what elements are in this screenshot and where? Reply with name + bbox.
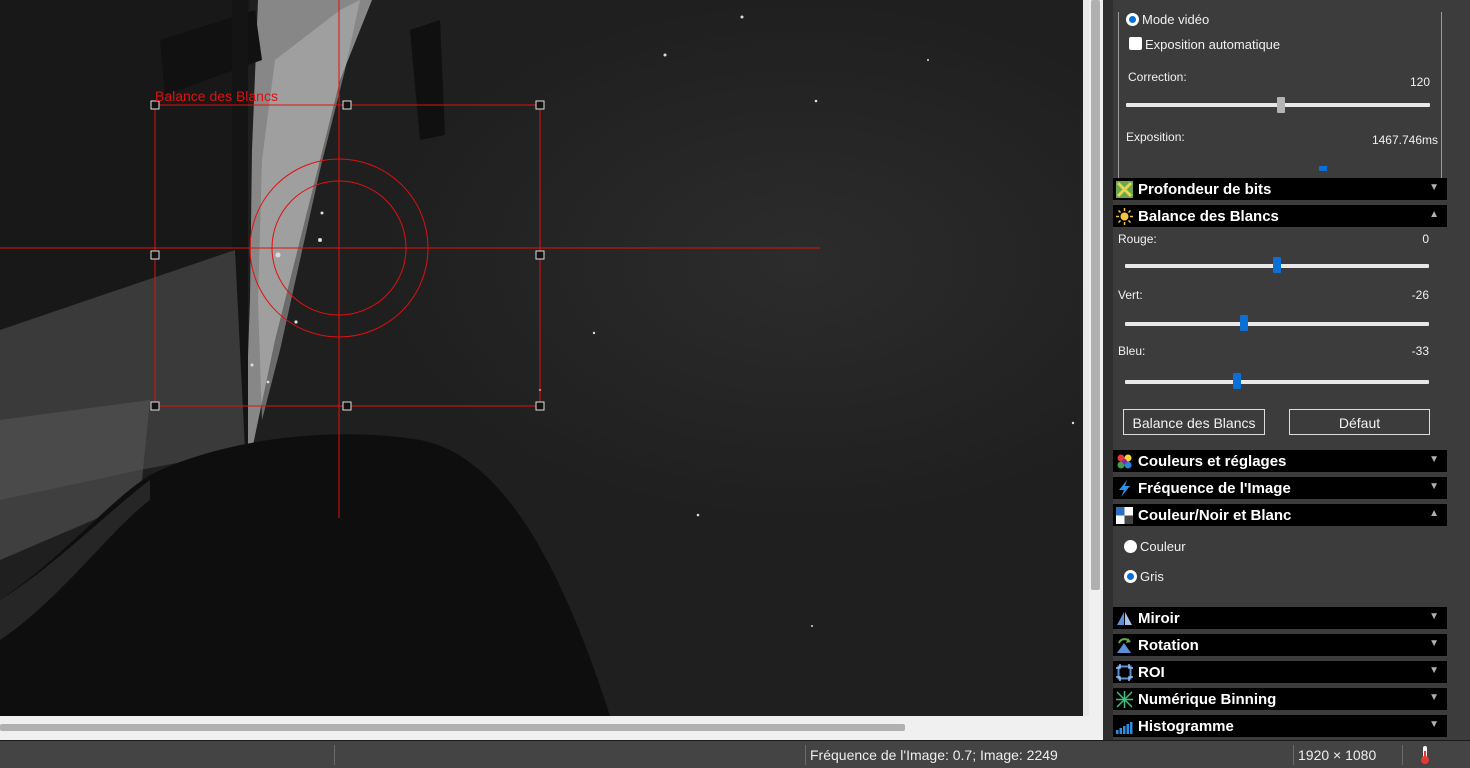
wb-roi-box (154, 104, 541, 407)
section-histogram[interactable]: Histogramme ▼ (1113, 715, 1447, 737)
green-slider-thumb[interactable] (1239, 315, 1248, 331)
frame-info-text: Fréquence de l'Image: 0.7; Image: 2249 (810, 747, 1058, 763)
correction-label: Correction: (1128, 70, 1187, 84)
color-radio[interactable] (1124, 540, 1137, 553)
correction-value: 120 (1409, 75, 1430, 89)
section-frame-rate[interactable]: Fréquence de l'Image ▼ (1113, 477, 1447, 499)
resolution-text: 1920 × 1080 (1298, 747, 1377, 763)
red-slider-thumb[interactable] (1273, 257, 1281, 273)
section-color-bw[interactable]: Couleur/Noir et Blanc ▲ (1113, 504, 1447, 526)
sun-icon (1116, 208, 1133, 225)
section-mirror-label: Miroir (1138, 610, 1180, 627)
status-separator (1402, 745, 1403, 765)
panel-divider (1103, 0, 1113, 740)
section-roi-label: ROI (1138, 664, 1165, 681)
camera-viewport[interactable]: Balance des Blancs (0, 0, 1083, 716)
section-bit-depth-label: Profondeur de bits (1138, 181, 1272, 198)
red-label: Rouge: (1118, 232, 1157, 246)
histogram-icon (1116, 722, 1133, 734)
section-mirror[interactable]: Miroir ▼ (1113, 607, 1447, 629)
chevron-down-icon: ▼ (1429, 481, 1439, 492)
correction-slider-thumb[interactable] (1277, 97, 1286, 113)
blue-label: Bleu: (1118, 344, 1146, 358)
section-colors-label: Couleurs et réglages (1138, 453, 1287, 470)
exposure-slider-thumb[interactable] (1319, 166, 1327, 171)
exposure-value: 1467.746ms (1371, 133, 1438, 147)
default-button[interactable]: Défaut (1289, 409, 1430, 435)
video-mode-radio[interactable] (1126, 13, 1139, 26)
status-bar: Fréquence de l'Image: 0.7; Image: 2249 1… (0, 740, 1470, 768)
roi-handles (150, 100, 545, 411)
binning-icon (1116, 691, 1133, 708)
green-value: -26 (1411, 288, 1429, 302)
green-label: Vert: (1118, 288, 1143, 302)
green-slider[interactable] (1125, 322, 1429, 326)
section-binning[interactable]: Numérique Binning ▼ (1113, 688, 1447, 710)
lightning-icon (1119, 480, 1130, 497)
blue-value: -33 (1411, 344, 1429, 358)
section-rotation-label: Rotation (1138, 637, 1199, 654)
wb-roi-label: Balance des Blancs (155, 88, 278, 104)
section-white-balance[interactable]: Balance des Blancs ▲ (1113, 205, 1447, 227)
status-separator (805, 745, 806, 765)
section-rotation[interactable]: Rotation ▼ (1113, 634, 1447, 656)
blue-slider[interactable] (1125, 380, 1429, 384)
vertical-scrollbar-thumb[interactable] (1091, 0, 1100, 590)
chevron-down-icon: ▼ (1429, 665, 1439, 676)
thermometer-icon (1421, 746, 1429, 764)
mirror-icon (1117, 612, 1132, 625)
auto-exposure-checkbox[interactable] (1129, 37, 1142, 50)
section-histogram-label: Histogramme (1138, 718, 1234, 735)
color-bw-icon (1116, 507, 1133, 524)
section-white-balance-label: Balance des Blancs (1138, 208, 1279, 225)
section-bit-depth[interactable]: Profondeur de bits ▼ (1113, 178, 1447, 200)
chevron-down-icon: ▼ (1429, 692, 1439, 703)
chevron-up-icon: ▲ (1429, 209, 1439, 220)
gray-radio[interactable] (1124, 570, 1137, 583)
status-separator (1293, 745, 1294, 765)
auto-exposure-label: Exposition automatique (1145, 37, 1281, 52)
white-balance-button[interactable]: Balance des Blancs (1123, 409, 1265, 435)
chevron-down-icon: ▼ (1429, 182, 1439, 193)
chevron-down-icon: ▼ (1429, 454, 1439, 465)
chevron-up-icon: ▲ (1429, 508, 1439, 519)
status-separator (334, 745, 335, 765)
gray-radio-label: Gris (1140, 569, 1164, 584)
section-colors[interactable]: Couleurs et réglages ▼ (1113, 450, 1447, 472)
section-color-bw-label: Couleur/Noir et Blanc (1138, 507, 1292, 524)
color-radio-label: Couleur (1140, 539, 1186, 554)
section-roi[interactable]: ROI ▼ (1113, 661, 1447, 683)
blue-slider-thumb[interactable] (1233, 373, 1242, 389)
exposure-label: Exposition: (1126, 130, 1185, 144)
roi-icon (1116, 664, 1133, 681)
red-value: 0 (1422, 232, 1429, 246)
color-palette-icon (1117, 454, 1132, 469)
chevron-down-icon: ▼ (1429, 638, 1439, 649)
bit-depth-icon (1116, 181, 1133, 198)
chevron-down-icon: ▼ (1429, 611, 1439, 622)
video-mode-label: Mode vidéo (1142, 12, 1210, 27)
chevron-down-icon: ▼ (1429, 719, 1439, 730)
section-binning-label: Numérique Binning (1138, 691, 1277, 708)
rotation-icon (1117, 638, 1131, 653)
white-balance-overlay[interactable] (0, 0, 1083, 716)
section-frame-rate-label: Fréquence de l'Image (1138, 480, 1291, 497)
horizontal-scrollbar-thumb[interactable] (0, 724, 905, 731)
